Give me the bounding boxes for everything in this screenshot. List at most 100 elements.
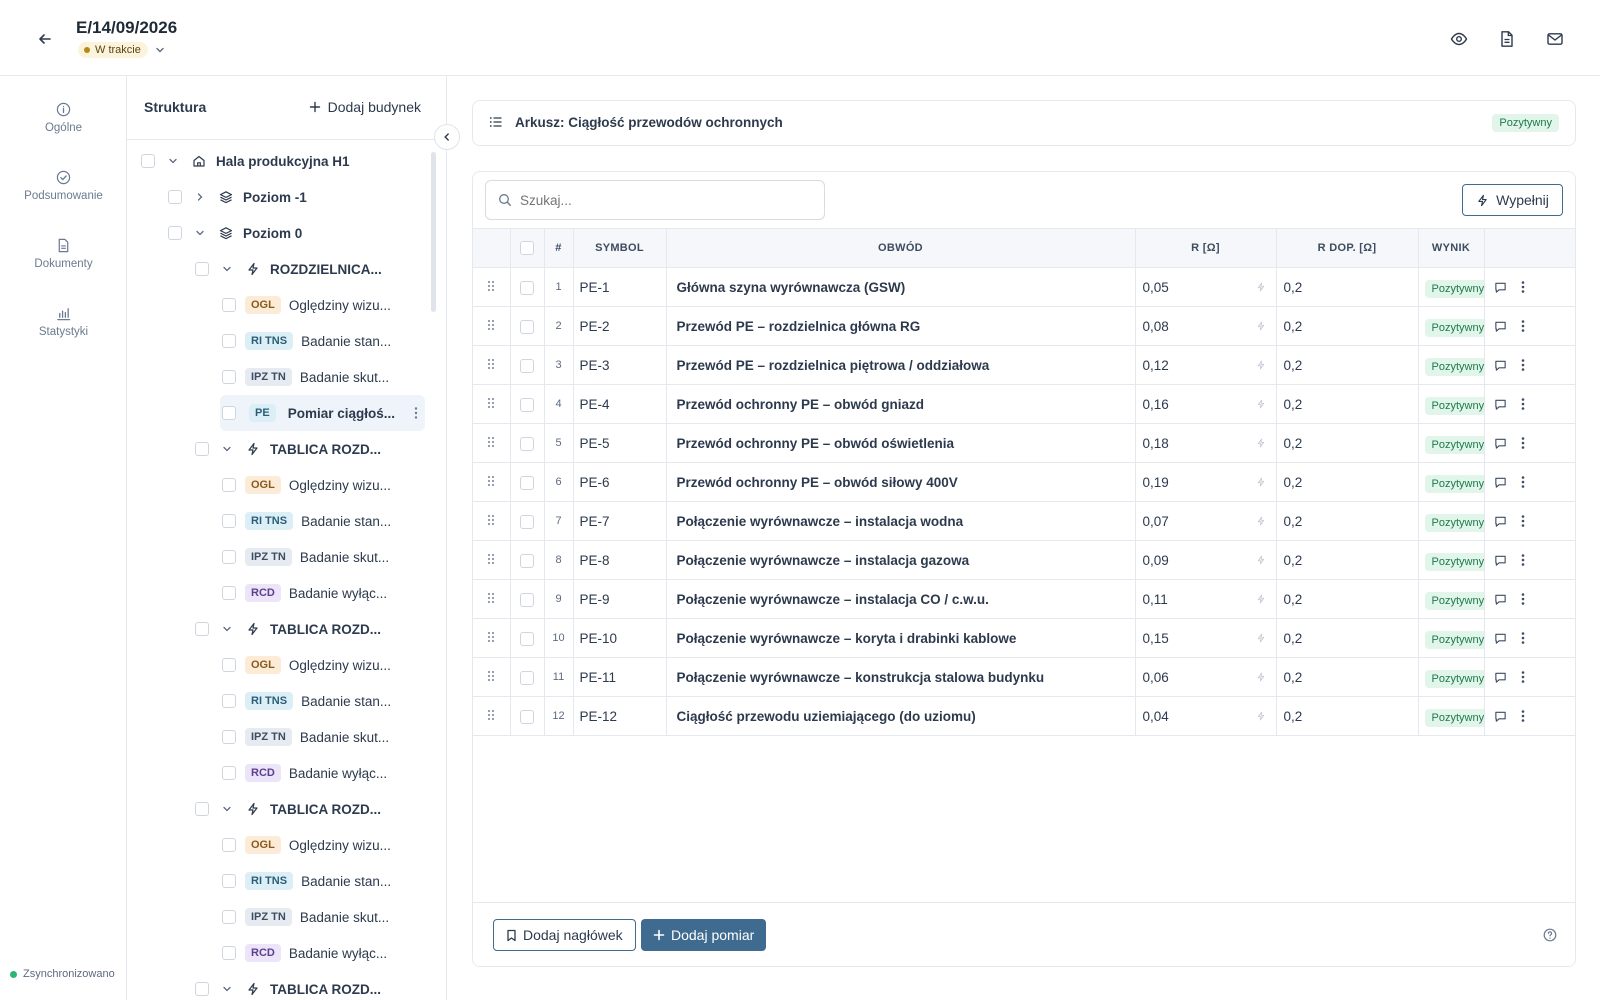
cell-symbol[interactable]: PE-10 [573,618,667,658]
cell-symbol[interactable]: PE-11 [573,657,667,697]
table-row[interactable]: 11 PE-11 Połączenie wyrównawcze – konstr… [473,657,1575,697]
tree-item[interactable]: TABLICA ROZD... [195,434,381,464]
cell-symbol[interactable]: PE-1 [573,267,667,307]
chevron-down-icon[interactable] [220,442,234,456]
cell-rdop[interactable]: 0,2 [1276,618,1419,658]
cell-r[interactable]: 0,19 [1135,462,1277,502]
comment-icon[interactable] [1494,398,1507,411]
fill-button[interactable]: Wypełnij [1462,184,1563,216]
autofill-icon[interactable] [1256,281,1266,293]
chevron-down-icon[interactable] [220,622,234,636]
cell-wynik[interactable]: Pozytywny [1418,618,1485,658]
chevron-down-icon[interactable] [220,802,234,816]
tree-item[interactable]: IPZ TN Badanie skut... [222,362,389,392]
tree-item[interactable]: IPZ TN Badanie skut... [222,902,389,932]
tree-item[interactable]: RCD Badanie wyłąc... [222,578,387,608]
document-icon[interactable] [1496,28,1518,50]
drag-handle-icon[interactable] [473,306,511,346]
cell-rdop[interactable]: 0,2 [1276,423,1419,463]
row-checkbox[interactable] [520,709,534,724]
cell-rdop[interactable]: 0,2 [1276,501,1419,541]
cell-symbol[interactable]: PE-9 [573,579,667,619]
help-icon[interactable] [1543,928,1557,942]
chevron-down-icon[interactable] [166,154,180,168]
row-checkbox[interactable] [520,319,534,334]
comment-icon[interactable] [1494,710,1507,723]
cell-symbol[interactable]: PE-2 [573,306,667,346]
drag-handle-icon[interactable] [473,657,511,697]
col-r[interactable]: R [Ω] [1135,228,1277,268]
tree-item[interactable]: RI TNS Badanie stan... [222,686,391,716]
tree-checkbox[interactable] [222,658,236,672]
cell-obwod[interactable]: Ciągłość przewodu uziemiającego (do uzio… [666,696,1136,736]
autofill-icon[interactable] [1256,437,1266,449]
tree-scrollbar[interactable] [431,152,436,312]
cell-wynik[interactable]: Pozytywny [1418,384,1485,424]
cell-r[interactable]: 0,06 [1135,657,1277,697]
comment-icon[interactable] [1494,671,1507,684]
tree-item[interactable]: ROZDZIELNICA... [195,254,382,284]
drag-handle-icon[interactable] [473,267,511,307]
cell-rdop[interactable]: 0,2 [1276,462,1419,502]
cell-symbol[interactable]: PE-3 [573,345,667,385]
comment-icon[interactable] [1494,437,1507,450]
cell-obwod[interactable]: Połączenie wyrównawcze – konstrukcja sta… [666,657,1136,697]
autofill-icon[interactable] [1256,515,1266,527]
cell-wynik[interactable]: Pozytywny [1418,423,1485,463]
more-vertical-icon[interactable] [1521,592,1525,606]
tree-item[interactable]: RCD Badanie wyłąc... [222,758,387,788]
drag-handle-icon[interactable] [473,696,511,736]
drag-handle-icon[interactable] [473,501,511,541]
chevron-down-icon[interactable] [220,982,234,996]
cell-rdop[interactable]: 0,2 [1276,306,1419,346]
autofill-icon[interactable] [1256,710,1266,722]
cell-r[interactable]: 0,11 [1135,579,1277,619]
tree-checkbox[interactable] [168,190,182,204]
search-input[interactable] [520,192,820,208]
tree-checkbox[interactable] [222,946,236,960]
cell-r[interactable]: 0,12 [1135,345,1277,385]
row-checkbox[interactable] [520,670,534,685]
chevron-down-icon[interactable] [193,226,207,240]
autofill-icon[interactable] [1256,671,1266,683]
more-vertical-icon[interactable] [1521,319,1525,333]
col-obwod[interactable]: OBWÓD [666,228,1136,268]
comment-icon[interactable] [1494,359,1507,372]
tree-checkbox[interactable] [222,370,236,384]
comment-icon[interactable] [1494,593,1507,606]
nav-item-documents[interactable]: Dokumenty [0,238,127,270]
tree-item[interactable]: OGL Oględziny wizu... [222,650,391,680]
cell-obwod[interactable]: Przewód ochronny PE – obwód oświetlenia [666,423,1136,463]
autofill-icon[interactable] [1256,476,1266,488]
table-row[interactable]: 5 PE-5 Przewód ochronny PE – obwód oświe… [473,423,1575,463]
chevron-down-icon[interactable] [220,262,234,276]
collapse-panel-button[interactable] [434,124,460,150]
more-vertical-icon[interactable] [1521,475,1525,489]
col-wynik[interactable]: WYNIK [1418,228,1485,268]
drag-handle-icon[interactable] [473,579,511,619]
cell-r[interactable]: 0,08 [1135,306,1277,346]
table-row[interactable]: 2 PE-2 Przewód PE – rozdzielnica główna … [473,306,1575,346]
tree-checkbox[interactable] [222,550,236,564]
cell-wynik[interactable]: Pozytywny [1418,540,1485,580]
cell-rdop[interactable]: 0,2 [1276,657,1419,697]
status-selector[interactable]: W trakcie [78,42,166,58]
cell-r[interactable]: 0,07 [1135,501,1277,541]
tree-checkbox[interactable] [141,154,155,168]
drag-handle-icon[interactable] [473,423,511,463]
cell-rdop[interactable]: 0,2 [1276,384,1419,424]
more-vertical-icon[interactable] [1521,631,1525,645]
autofill-icon[interactable] [1256,320,1266,332]
tree-item[interactable]: RI TNS Badanie stan... [222,506,391,536]
select-all-checkbox[interactable] [520,241,534,255]
cell-obwod[interactable]: Połączenie wyrównawcze – koryta i drabin… [666,618,1136,658]
col-rdop[interactable]: R DOP. [Ω] [1276,228,1419,268]
cell-wynik[interactable]: Pozytywny [1418,306,1485,346]
more-vertical-icon[interactable] [1521,553,1525,567]
tree-checkbox[interactable] [222,730,236,744]
cell-symbol[interactable]: PE-12 [573,696,667,736]
cell-symbol[interactable]: PE-8 [573,540,667,580]
more-vertical-icon[interactable] [1521,280,1525,294]
chevron-right-icon[interactable] [193,190,207,204]
cell-obwod[interactable]: Przewód ochronny PE – obwód siłowy 400V [666,462,1136,502]
